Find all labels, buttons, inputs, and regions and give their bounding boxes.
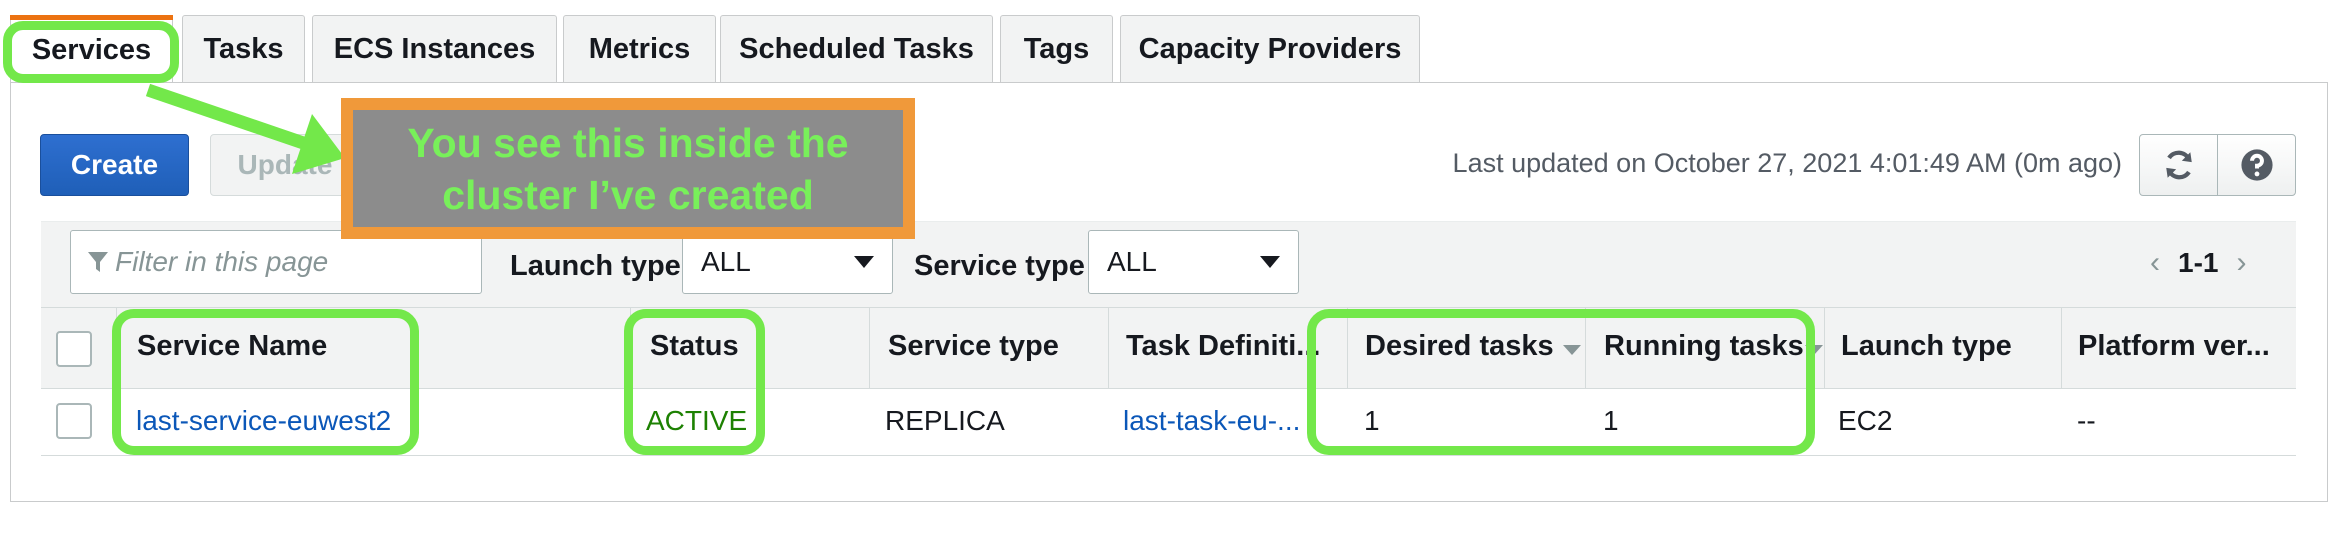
refresh-icon (2165, 150, 2192, 180)
tab-label: Tasks (203, 33, 284, 65)
annotation-callout: You see this inside the cluster I’ve cre… (341, 98, 915, 239)
tab-tags[interactable]: Tags (1000, 15, 1113, 83)
previous-page-icon[interactable]: ‹ (2150, 246, 2160, 280)
filter-icon (88, 252, 108, 272)
highlight-service-name-column (112, 309, 419, 455)
help-icon (2240, 149, 2273, 181)
tab-metrics[interactable]: Metrics (563, 15, 716, 83)
create-label: Create (70, 149, 159, 180)
tab-label: Capacity Providers (1138, 33, 1402, 65)
select-all-checkbox[interactable] (56, 331, 92, 367)
pagination: ‹ 1-1 › (2150, 246, 2246, 280)
column-divider (1824, 307, 1825, 389)
launch-type-label: Launch type (510, 250, 681, 282)
next-page-icon[interactable]: › (2236, 246, 2246, 280)
tab-scheduled-tasks[interactable]: Scheduled Tasks (720, 15, 993, 83)
last-updated-text: Last updated on October 27, 2021 4:01:49… (1452, 148, 2122, 178)
tab-bar: Services Tasks ECS Instances Metrics Sch… (0, 15, 2338, 85)
refresh-button[interactable] (2139, 134, 2218, 196)
row-checkbox[interactable] (56, 403, 92, 439)
column-header-task-definition[interactable]: Task Definiti... (1126, 330, 1320, 363)
tab-label: Metrics (588, 33, 691, 65)
chevron-down-icon (854, 256, 874, 268)
launch-type-select[interactable]: ALL (682, 230, 893, 294)
tab-label: ECS Instances (333, 33, 536, 65)
column-header-service-type[interactable]: Service type (888, 330, 1059, 363)
create-button[interactable]: Create (40, 134, 189, 196)
chevron-down-icon (1260, 256, 1280, 268)
column-divider (2061, 307, 2062, 389)
platform-version-cell: -- (2077, 405, 2096, 436)
filter-text-field[interactable] (115, 246, 475, 278)
highlight-task-counts-columns (1307, 309, 1815, 455)
column-header-platform-version[interactable]: Platform ver... (2078, 330, 2270, 363)
column-divider (869, 307, 870, 389)
highlight-services-tab (3, 21, 179, 83)
highlight-status-column (624, 309, 765, 455)
launch-type-value: ALL (701, 246, 751, 277)
task-definition-link[interactable]: last-task-eu-... (1123, 405, 1300, 437)
update-label: Update (237, 149, 333, 180)
service-type-select[interactable]: ALL (1088, 230, 1299, 294)
launch-type-cell: EC2 (1838, 405, 1893, 436)
tab-label: Scheduled Tasks (739, 33, 974, 65)
tab-tasks[interactable]: Tasks (182, 15, 305, 83)
column-divider (1108, 307, 1109, 389)
tab-ecs-instances[interactable]: ECS Instances (312, 15, 557, 83)
tab-capacity-providers[interactable]: Capacity Providers (1120, 15, 1420, 83)
service-type-value: ALL (1107, 246, 1157, 277)
active-tab-accent (10, 15, 173, 20)
annotation-text: You see this inside the cluster I’ve cre… (353, 110, 903, 227)
update-button[interactable]: Update (210, 134, 360, 196)
column-header-launch-type[interactable]: Launch type (1841, 330, 2012, 363)
service-type-label: Service type (914, 250, 1085, 282)
page-range: 1-1 (2178, 247, 2219, 278)
help-button[interactable] (2217, 134, 2296, 196)
service-type-cell: REPLICA (885, 405, 1005, 436)
filter-input[interactable] (70, 230, 482, 294)
row-divider (41, 455, 2296, 456)
tab-label: Tags (1023, 33, 1090, 65)
